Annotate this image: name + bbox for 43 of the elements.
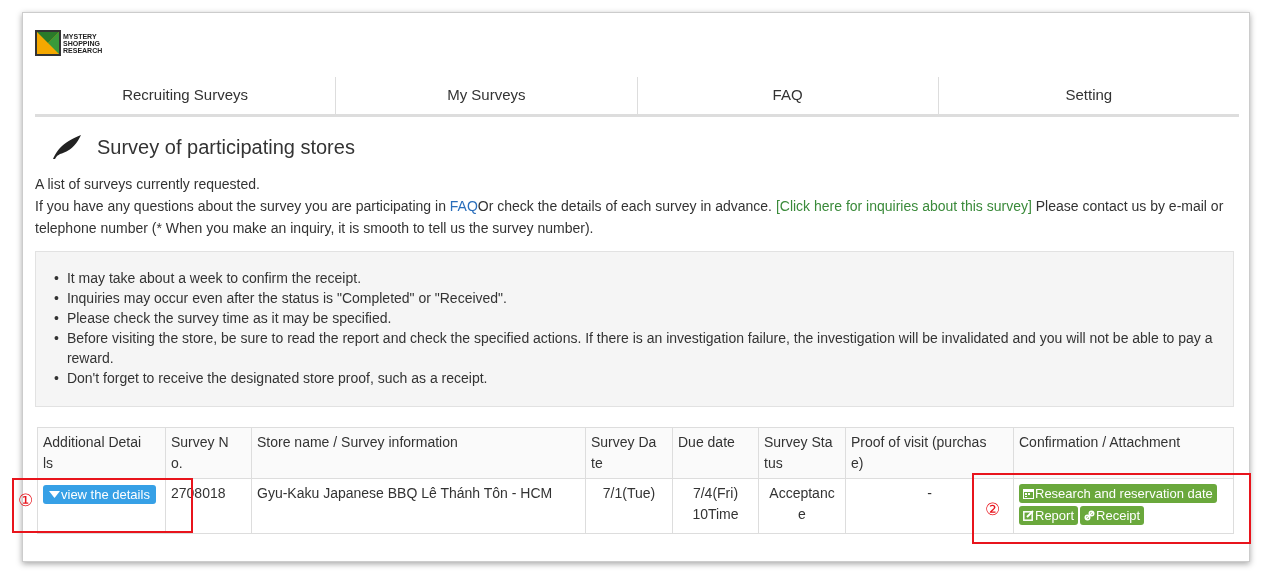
- intro-paragraph: If you have any questions about the survey you are participating in FAQOr check the details of each survey in advance. [Click here for inquiries about this survey] Please contact us by e-mail or telephone number (* When you make an inquiry, it is smooth to tell us the survey number).: [35, 197, 1225, 238]
- inquiry-link[interactable]: [Click here for inquiries about this survey]: [775, 198, 1032, 214]
- page-heading: Survey of participating stores: [97, 135, 355, 159]
- column-header: Survey Sta tus: [758, 427, 846, 479]
- edit-action-button[interactable]: Report: [1019, 506, 1079, 525]
- column-header: Store name / Survey information: [251, 427, 586, 479]
- notice-item: Before visiting the store, be sure to read the report and check the specified actions. If there is an investigation failure, the investigation will be invalidated and you will not be able to pay a reward.: [66, 329, 1214, 368]
- edit-icon: [1023, 510, 1034, 521]
- calendar-icon: [1023, 488, 1034, 499]
- table-cell: 7/4(Fri) 10Time: [672, 478, 759, 534]
- link-action-button[interactable]: Receipt: [1080, 506, 1145, 525]
- column-header: Due date: [672, 427, 759, 479]
- column-header: Survey Da te: [585, 427, 673, 479]
- column-header: Additional Detai ls: [37, 427, 166, 479]
- intro-text: A list of surveys currently requested.: [35, 175, 261, 194]
- caret-icon: [49, 491, 60, 498]
- notice-item: Please check the survey time as it may be specified.: [66, 309, 392, 328]
- faq-link[interactable]: FAQ: [449, 198, 478, 214]
- table-cell: 7/1(Tue): [585, 478, 673, 534]
- column-header: Confirmation / Attachment: [1013, 427, 1234, 479]
- bullet-mark: •: [54, 289, 59, 308]
- table-cell: Acceptanc e: [758, 478, 846, 534]
- callout-number: ②: [985, 499, 1000, 520]
- callout-number: ①: [18, 490, 33, 511]
- notice-item: Don't forget to receive the designated store proof, such as a receipt.: [66, 369, 488, 388]
- view-details-button[interactable]: view the details: [43, 485, 156, 504]
- logo-icon: [35, 30, 61, 56]
- nav-tab[interactable]: FAQ: [636, 77, 938, 114]
- bullet-mark: •: [54, 369, 59, 388]
- feather-icon: [51, 135, 83, 159]
- notice-item: It may take about a week to confirm the receipt.: [66, 269, 362, 288]
- bullet-mark: •: [54, 309, 59, 328]
- table-cell: Gyu-Kaku Japanese BBQ Lê Thánh Tôn - HCM: [251, 478, 586, 534]
- bullet-mark: •: [54, 269, 59, 288]
- column-header: Proof of visit (purchas e): [845, 427, 1014, 479]
- bullet-mark: •: [54, 329, 59, 348]
- calendar-action-button[interactable]: Research and reservation date: [1019, 484, 1217, 503]
- column-header: Survey N o.: [165, 427, 252, 479]
- notice-item: Inquiries may occur even after the status is "Completed" or "Received".: [66, 289, 507, 308]
- nav-tab[interactable]: My Surveys: [335, 77, 637, 114]
- link-icon: [1084, 510, 1096, 521]
- nav-tab[interactable]: Setting: [937, 77, 1239, 114]
- nav-tab[interactable]: Recruiting Surveys: [35, 77, 336, 114]
